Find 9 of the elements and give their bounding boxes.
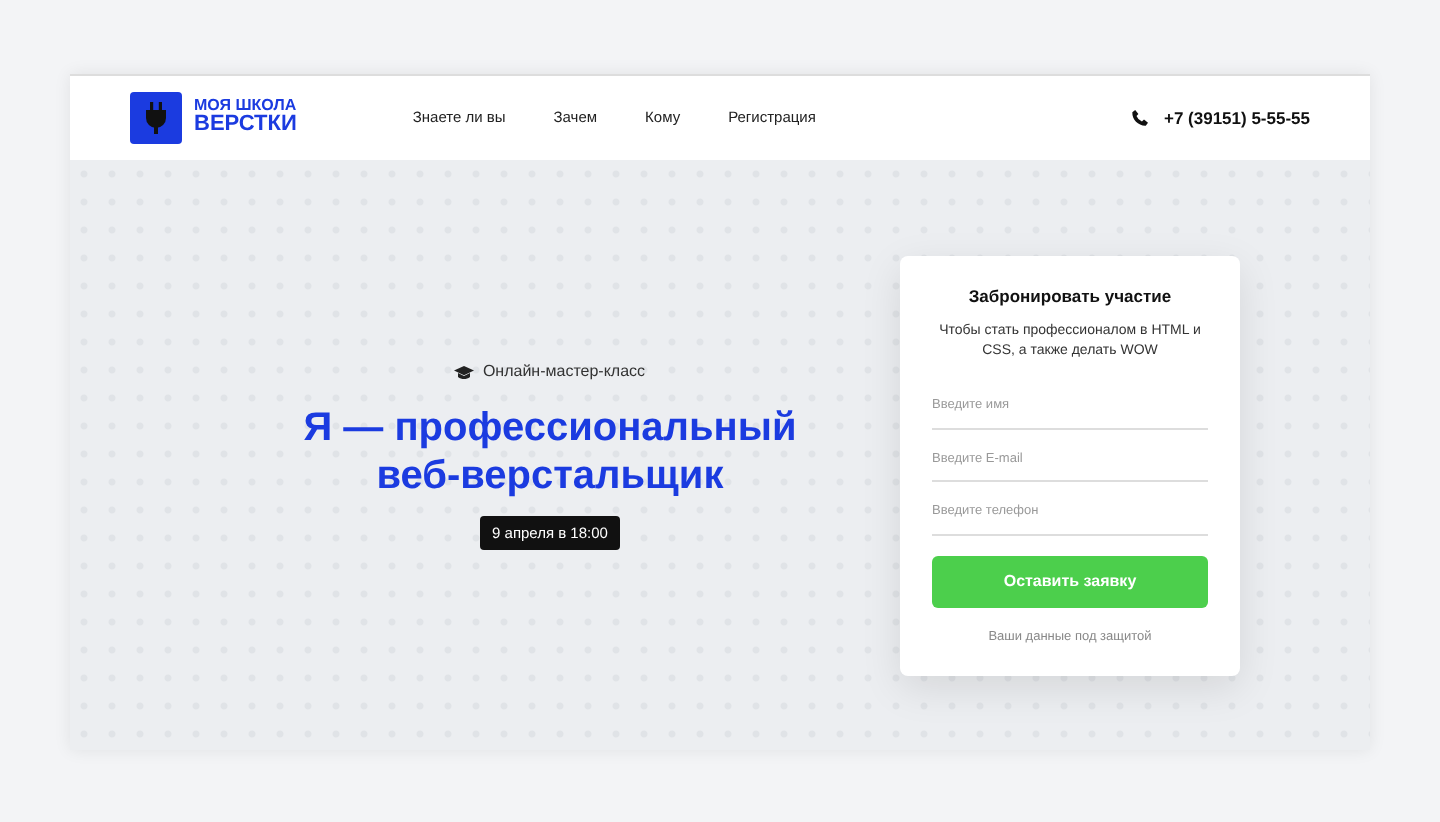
plug-icon [130, 92, 182, 144]
eyebrow-text: Онлайн-мастер-класс [482, 360, 646, 384]
logo-text: МОЯ ШКОЛА [194, 98, 297, 115]
form-title: Забронировать участие [968, 284, 1172, 310]
hero-title: Я — профессиональный веб-верстальщик [303, 404, 797, 500]
graduation-cap-icon [454, 365, 475, 379]
phone-icon [1131, 110, 1148, 126]
logo-text: ВЕРСТКИ [194, 114, 297, 138]
phone-number[interactable]: +7 (39151) 5-55-55 [1163, 105, 1310, 131]
